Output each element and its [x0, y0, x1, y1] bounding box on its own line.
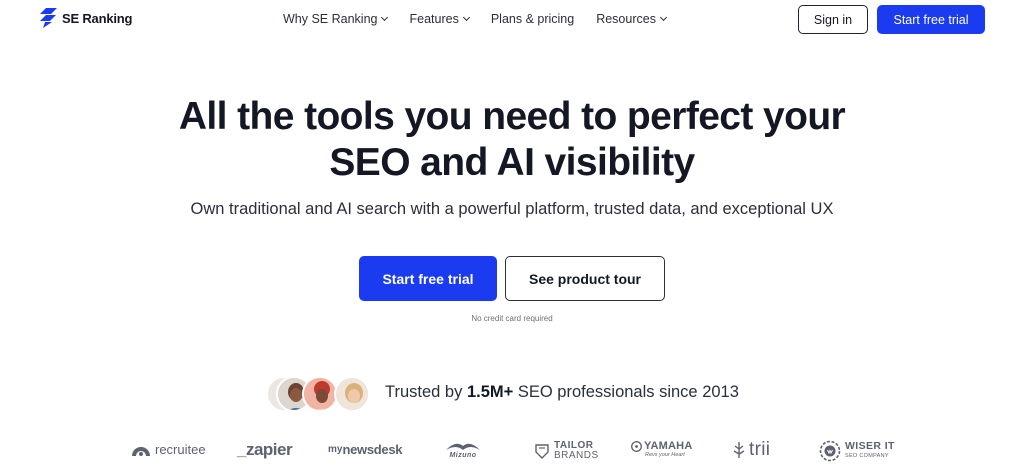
hero-subtitle: Own traditional and AI search with a pow… [190, 200, 834, 218]
mynewsdesk-text: newsdesk [342, 442, 403, 457]
trust-suffix: SEO professionals since 2013 [517, 383, 739, 401]
main-menu: Why SE Ranking Features Plans & pricing … [283, 12, 688, 26]
no-credit-card-note: No credit card required [471, 314, 553, 323]
yamaha-text: YAMAHA [644, 440, 693, 452]
mynewsdesk-prefix: my [328, 444, 343, 455]
user-avatars [266, 376, 370, 412]
chevron-down-icon [659, 13, 667, 22]
customer-logos: recruitee _zapier my newsdesk Mizuno TAI… [0, 438, 1024, 468]
se-ranking-logo[interactable]: SE Ranking [40, 8, 132, 28]
mizuno-text: Mizuno [449, 452, 477, 459]
zapier-logo: _zapier [237, 440, 293, 460]
menu-resources[interactable]: Resources [596, 12, 667, 26]
top-navigation: SE Ranking Why SE Ranking Features Plans… [0, 0, 1024, 40]
yamaha-tagline: Revs your Heart [645, 452, 685, 458]
se-ranking-logo-icon [40, 8, 57, 28]
avatar [302, 376, 338, 412]
trii-tree-icon [733, 442, 745, 458]
menu-plans-pricing[interactable]: Plans & pricing [491, 12, 574, 26]
mynewsdesk-logo: my newsdesk [328, 442, 403, 457]
logo-text: SE Ranking [62, 10, 133, 26]
recruitee-icon [132, 446, 150, 456]
hero-title: All the tools you need to perfect your S… [0, 94, 1024, 186]
chevron-down-icon [462, 13, 470, 22]
trust-prefix: Trusted by [385, 383, 463, 401]
menu-why-se-ranking[interactable]: Why SE Ranking [283, 12, 389, 26]
hero-title-line-2: SEO and AI visibility [329, 141, 695, 184]
trii-text: trii [749, 439, 771, 460]
start-free-trial-nav-button[interactable]: Start free trial [877, 5, 985, 34]
brands-text: BRANDS [554, 450, 599, 461]
hero-title-line-1: All the tools you need to perfect your [178, 95, 846, 138]
menu-resources-label: Resources [596, 12, 656, 26]
see-product-tour-button[interactable]: See product tour [505, 256, 665, 301]
yamaha-logo: YAMAHA Revs your Heart [631, 440, 692, 458]
wiser-it-subtext: SEO COMPANY [845, 453, 889, 459]
mizuno-runbird-icon [446, 443, 480, 450]
trust-highlight: 1.5M+ [466, 383, 514, 401]
menu-features[interactable]: Features [409, 12, 470, 26]
wiser-it-text: WISER IT [845, 440, 895, 452]
zapier-text: _zapier [237, 440, 293, 459]
yamaha-tuning-fork-icon [631, 440, 642, 452]
start-free-trial-button[interactable]: Start free trial [359, 256, 497, 301]
trii-logo: trii [733, 439, 770, 461]
mizuno-logo: Mizuno [444, 438, 482, 459]
chevron-down-icon [381, 13, 389, 22]
sign-in-button[interactable]: Sign in [798, 5, 868, 34]
menu-why-se-ranking-label: Why SE Ranking [283, 12, 378, 26]
trust-statement: Trusted by 1.5M+ SEO professionals since… [385, 383, 739, 402]
menu-plans-pricing-label: Plans & pricing [490, 12, 575, 26]
avatar [334, 376, 370, 412]
recruitee-logo: recruitee [131, 442, 206, 457]
menu-features-label: Features [409, 12, 459, 26]
wiser-it-badge-icon [819, 440, 841, 462]
tailor-brands-icon [535, 444, 549, 459]
recruitee-text: recruitee [155, 442, 206, 457]
tailor-brands-logo: TAILOR BRANDS [534, 441, 599, 461]
wiser-it-logo: WISER IT SEO COMPANY [819, 440, 895, 462]
